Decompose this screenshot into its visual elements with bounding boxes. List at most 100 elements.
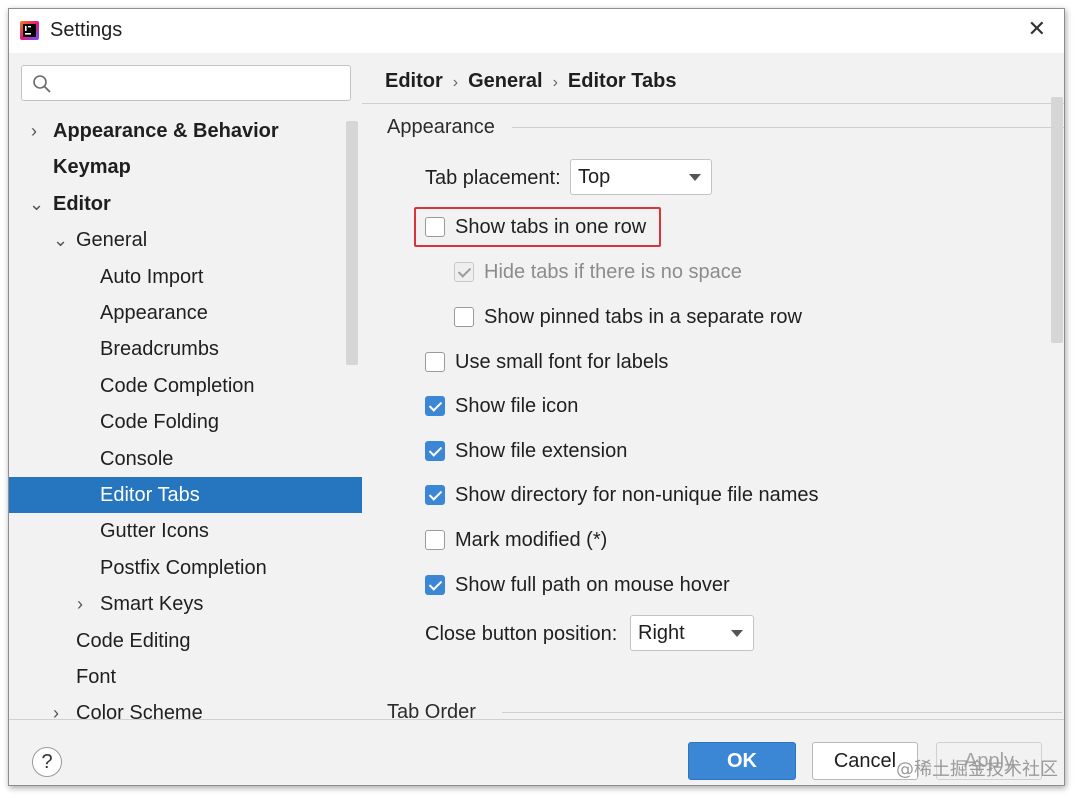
option-mark-modified[interactable]: Mark modified (*) <box>425 525 985 555</box>
settings-dialog: Settings ✕ › Appearance & Behavior Keymap ⌄… <box>8 8 1065 786</box>
tree-item-breadcrumbs[interactable]: Breadcrumbs <box>9 331 362 367</box>
tree-item-label: Font <box>76 666 117 688</box>
settings-tree-panel: › Appearance & Behavior Keymap ⌄ Editor ⌄ Gene… <box>9 53 362 719</box>
tree-item-label: Code Completion <box>100 374 255 397</box>
tree-item-label: Editor Tabs <box>100 484 200 506</box>
ok-button[interactable]: OK <box>688 742 796 780</box>
tree-item-gutter-icons[interactable]: Gutter Icons <box>9 513 362 549</box>
tree-item-label: Code Folding <box>100 411 219 434</box>
option-show-directory-for-non-unique-file-names[interactable]: Show directory for non-unique file names <box>425 480 985 510</box>
tree-item-auto-import[interactable]: Auto Import <box>9 259 362 295</box>
checkbox[interactable] <box>425 441 445 461</box>
editor-tabs-page: Editor › General › Editor Tabs Appearance Ta… <box>362 53 1064 719</box>
tab-placement-select[interactable]: Top <box>570 159 712 195</box>
tree-item-label: General <box>76 229 148 252</box>
close-button-position-select[interactable]: Right <box>630 615 754 651</box>
tree-item-code-folding[interactable]: Code Folding <box>9 404 362 440</box>
tree-item-label: Editor <box>53 192 111 215</box>
tree-item-editor-tabs[interactable]: Editor Tabs <box>9 477 362 513</box>
close-button-position-value: Right <box>638 622 685 644</box>
tree-item-label: Keymap <box>53 156 131 179</box>
tree-item-label: Gutter Icons <box>100 520 209 543</box>
tab-placement-label: Tab placement: <box>425 167 561 189</box>
breadcrumb-separator: › <box>452 74 459 91</box>
tree-item-label: Auto Import <box>100 265 204 288</box>
search-icon <box>33 75 51 93</box>
tree-item-postfix-completion[interactable]: Postfix Completion <box>9 550 362 586</box>
watermark: @稀土掘金技术社区 <box>896 759 1058 780</box>
tree-item-label: Smart Keys <box>100 593 204 616</box>
checkbox-label: Show file extension <box>455 440 628 462</box>
header-divider <box>362 103 1064 104</box>
tree-item-label: Console <box>100 447 174 470</box>
tree-item-general[interactable]: ⌄ General <box>9 222 362 258</box>
tree-item-smart-keys[interactable]: › Smart Keys <box>9 586 362 622</box>
breadcrumb-separator: › <box>552 74 558 91</box>
chevron-right-icon[interactable]: › <box>77 586 83 622</box>
intellij-logo-icon <box>20 21 39 40</box>
option-show-tabs-in-one-row[interactable]: Show tabs in one row <box>425 212 985 242</box>
tree-item-label: Appearance & Behavior <box>53 120 279 142</box>
option-show-file-extension[interactable]: Show file extension <box>425 436 985 466</box>
checkbox[interactable] <box>425 485 445 505</box>
search-input[interactable] <box>58 70 343 96</box>
section-title-appearance: Appearance <box>387 116 507 139</box>
breadcrumb-item-general[interactable]: General <box>468 70 542 92</box>
chevron-right-icon[interactable]: › <box>31 113 37 149</box>
section-title-tab-order: Tab Order <box>387 701 488 719</box>
content-scrollbar[interactable] <box>1051 97 1063 343</box>
window-title: Settings <box>50 19 123 41</box>
checkbox-label: Use small font for labels <box>455 351 669 373</box>
option-use-small-font-for-labels[interactable]: Use small font for labels <box>425 347 985 377</box>
checkbox[interactable] <box>425 396 445 416</box>
chevron-down-icon <box>731 630 743 637</box>
tree-item-label: Appearance <box>100 302 208 324</box>
chevron-right-icon[interactable]: › <box>53 695 59 719</box>
breadcrumb-item-editor[interactable]: Editor <box>385 70 443 92</box>
checkbox[interactable] <box>425 217 445 237</box>
checkbox[interactable] <box>425 352 445 372</box>
checkbox-label: Show file icon <box>455 395 579 417</box>
tree-item-label: Breadcrumbs <box>100 338 219 361</box>
option-show-file-icon[interactable]: Show file icon <box>425 391 985 421</box>
help-button[interactable]: ? <box>32 747 62 777</box>
checkbox-label: Show tabs in one row <box>455 216 647 238</box>
tree-item-label: Postfix Completion <box>100 556 267 579</box>
tree-item-color-scheme[interactable]: › Color Scheme <box>9 695 362 719</box>
checkbox[interactable] <box>425 575 445 595</box>
checkbox-label: Hide tabs if there is no space <box>484 261 742 283</box>
close-icon[interactable]: ✕ <box>1028 17 1046 41</box>
tree-item-font[interactable]: Font <box>9 659 362 695</box>
breadcrumb-item-editor-tabs: Editor Tabs <box>567 70 677 92</box>
tree-item-label: Code Editing <box>76 629 191 652</box>
chevron-down-icon <box>689 174 701 181</box>
checkbox-label: Show pinned tabs in a separate row <box>484 306 802 328</box>
checkbox-label: Show full path on mouse hover <box>455 574 730 596</box>
checkbox-label: Mark modified (*) <box>455 529 608 551</box>
chevron-down-icon[interactable]: ⌄ <box>53 222 68 258</box>
search-box[interactable] <box>21 65 351 101</box>
tree-item-appearance[interactable]: Appearance <box>9 295 362 331</box>
option-show-pinned-tabs-in-a-separate-row[interactable]: Show pinned tabs in a separate row <box>454 302 1014 332</box>
tree-item-code-completion[interactable]: Code Completion <box>9 368 362 404</box>
title-bar: Settings ✕ <box>9 9 1064 53</box>
checkbox <box>454 262 474 282</box>
tree-item-label: Color Scheme <box>76 702 203 719</box>
section-divider <box>512 127 1064 128</box>
tree-item-appearance-behavior[interactable]: › Appearance & Behavior <box>9 113 362 149</box>
checkbox[interactable] <box>425 530 445 550</box>
checkbox[interactable] <box>454 307 474 327</box>
section-divider <box>502 712 1062 713</box>
tree-item-editor[interactable]: ⌄ Editor <box>9 186 362 222</box>
chevron-down-icon[interactable]: ⌄ <box>29 186 44 222</box>
close-button-position-label: Close button position: <box>425 623 618 645</box>
checkbox-label: Show directory for non-unique file names <box>455 484 819 506</box>
breadcrumb: Editor › General › Editor Tabs <box>385 70 676 93</box>
option-hide-tabs-if-there-is-no-space: Hide tabs if there is no space <box>454 257 1014 287</box>
option-show-full-path-on-mouse-hover[interactable]: Show full path on mouse hover <box>425 570 985 600</box>
tree-item-console[interactable]: Console <box>9 441 362 477</box>
tree-item-keymap[interactable]: Keymap <box>9 149 362 185</box>
tab-placement-value: Top <box>578 166 611 188</box>
tree-scrollbar[interactable] <box>346 121 358 365</box>
tree-item-code-editing[interactable]: Code Editing <box>9 623 362 659</box>
